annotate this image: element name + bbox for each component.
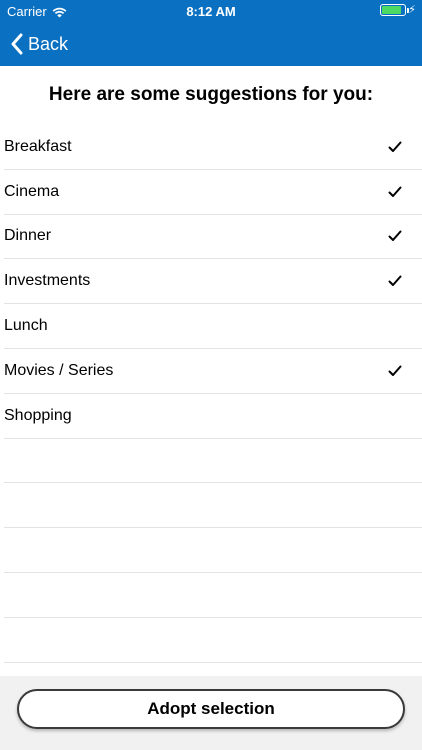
list-item[interactable]: Dinner — [4, 215, 422, 260]
suggestion-list: Breakfast Cinema Dinner Investments Lunch Mov… — [4, 125, 422, 663]
list-item-label: Lunch — [4, 317, 48, 335]
list-item[interactable]: Cinema — [4, 170, 422, 215]
chevron-left-icon — [11, 33, 23, 55]
list-item-label: Cinema — [4, 182, 60, 200]
navigation-bar: Back — [0, 22, 422, 66]
page-title: Here are some suggestions for you: — [48, 84, 374, 105]
list-item-label: Investments — [4, 272, 91, 290]
empty-row — [4, 483, 422, 529]
list-item[interactable]: Lunch — [4, 304, 422, 349]
check-icon — [388, 230, 402, 242]
status-bar: Carrier 8:12 AM ⚡ — [0, 0, 422, 22]
check-icon — [388, 186, 402, 197]
empty-row — [4, 528, 422, 573]
empty-row — [4, 439, 422, 484]
list-item[interactable]: Shopping — [4, 394, 422, 439]
check-icon — [388, 365, 402, 376]
list-item[interactable]: Investments — [4, 259, 422, 305]
back-label: Back — [28, 33, 69, 54]
back-button[interactable]: Back — [10, 22, 68, 66]
battery-icon — [380, 4, 410, 16]
adopt-selection-button[interactable]: Adopt selection — [17, 689, 405, 729]
check-icon — [388, 141, 402, 152]
empty-row — [4, 618, 422, 663]
empty-row — [4, 573, 422, 618]
battery-group: ⚡ — [380, 4, 416, 16]
list-item-label: Shopping — [4, 406, 72, 424]
list-item-label: Dinner — [4, 227, 52, 245]
list-item-label: Movies / Series — [4, 361, 114, 379]
bolt-icon: ⚡ — [408, 4, 416, 16]
list-item[interactable]: Breakfast — [4, 125, 422, 170]
status-time: 8:12 AM — [186, 4, 236, 19]
list-item-label: Breakfast — [4, 137, 72, 155]
battery-fill — [382, 6, 401, 14]
list-item[interactable]: Movies / Series — [4, 349, 422, 394]
check-icon — [388, 275, 402, 287]
